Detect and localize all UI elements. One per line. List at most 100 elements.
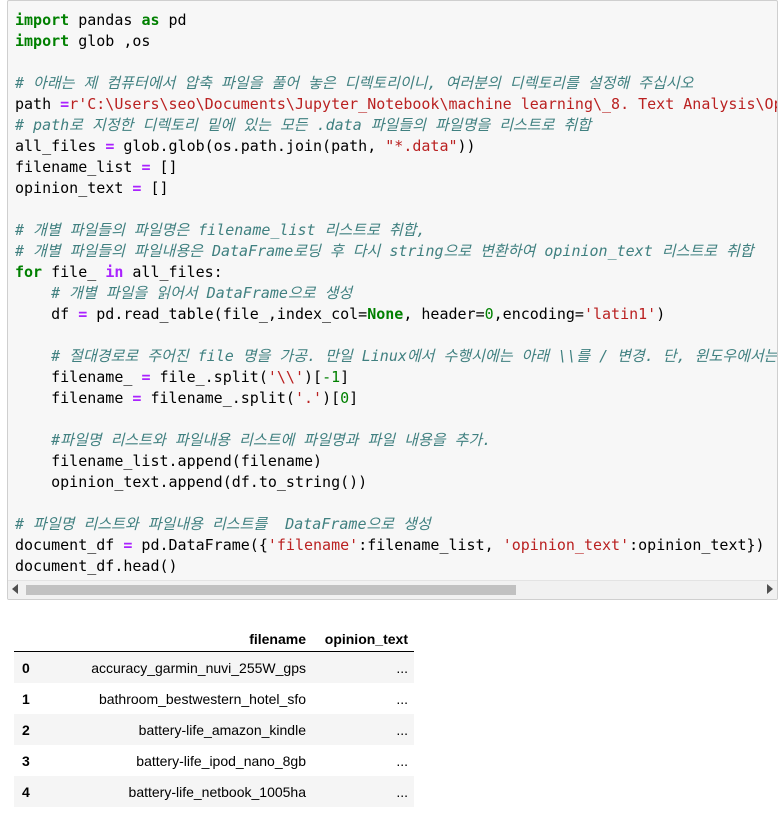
keyword: import <box>15 32 70 50</box>
number-literal: -1 <box>322 368 341 386</box>
code-text: pandas <box>69 11 142 29</box>
code-editor[interactable]: import pandas as pd import glob ,os # 아래… <box>15 10 777 580</box>
code-text: ) <box>656 305 666 323</box>
cell-opinion-text: ... <box>396 783 408 800</box>
table-header-row: filename opinion_text <box>14 626 414 652</box>
scroll-left-arrow-icon[interactable] <box>12 584 18 594</box>
code-comment: # 개별 파일을 읽어서 DataFrame으로 생성 <box>15 284 353 302</box>
code-line: for file_ in all_files: <box>15 262 777 283</box>
index-header <box>14 626 38 652</box>
operator: = <box>60 95 70 113</box>
cell-filename: accuracy_garmin_nuvi_255W_gps <box>91 659 306 676</box>
code-line: df = pd.read_table(file_,index_col=None,… <box>15 304 777 325</box>
code-comment: # 절대경로로 주어진 file 명을 가공. 만일 Linux에서 수행시에는… <box>15 347 777 365</box>
code-text: :opinion_text}) <box>629 536 765 554</box>
code-text: filename_ <box>15 368 142 386</box>
code-text: opinion_text <box>15 179 133 197</box>
code-text: :filename_list, <box>358 536 503 554</box>
code-text: [] <box>150 158 178 176</box>
code-text: glob.glob(os.path.join(path, <box>114 137 386 155</box>
code-line: filename_list.append(filename) <box>15 452 323 470</box>
string-literal: '.' <box>294 389 323 407</box>
code-text: all_files <box>15 137 106 155</box>
code-line: opinion_text.append(df.to_string()) <box>15 473 368 491</box>
code-text: filename <box>15 389 133 407</box>
code-comment: # 개별 파일들의 파일명은 filename_list 리스트로 취합, <box>15 221 426 239</box>
code-text: all_files: <box>123 263 223 281</box>
cell-opinion-text: ... <box>396 721 408 738</box>
dataframe-output-table: filename opinion_text 0 accuracy_garmin_… <box>14 626 414 807</box>
code-text: document_df <box>15 536 124 554</box>
code-comment: # 개별 파일들의 파일내용은 DataFrame로딩 후 다시 string으… <box>15 242 754 260</box>
string-literal: 'latin1' <box>583 305 657 323</box>
row-index: 3 <box>22 752 30 769</box>
code-line: all_files = glob.glob(os.path.join(path,… <box>15 136 777 157</box>
string-literal: 'opinion_text' <box>502 536 630 554</box>
code-line: filename = filename_.split('.')[0] <box>15 388 777 409</box>
code-text: pd.read_table(file_,index_col= <box>87 305 368 323</box>
cell-filename: bathroom_bestwestern_hotel_sfo <box>98 690 306 707</box>
code-text: )[ <box>304 368 323 386</box>
row-index: 1 <box>22 690 30 707</box>
code-text: ] <box>349 389 359 407</box>
table-row: 4 battery-life_netbook_1005ha ... <box>14 776 414 807</box>
code-line: path =r'C:\Users\seo\Documents\Jupyter_N… <box>15 94 777 115</box>
code-text: pd.DataFrame({ <box>132 536 268 554</box>
code-line: document_df.head() <box>15 557 178 575</box>
row-index: 0 <box>22 659 30 676</box>
keyword: import <box>15 11 70 29</box>
table-row: 1 bathroom_bestwestern_hotel_sfo ... <box>14 683 414 714</box>
code-line: import glob ,os <box>15 31 777 52</box>
string-literal: 'filename' <box>267 536 359 554</box>
cell-filename: battery-life_ipod_nano_8gb <box>136 752 306 769</box>
code-line: document_df = pd.DataFrame({'filename':f… <box>15 535 777 556</box>
keyword: for <box>15 263 43 281</box>
column-header-opinion-text: opinion_text <box>312 626 414 652</box>
code-text: [] <box>141 179 169 197</box>
table-row: 3 battery-life_ipod_nano_8gb ... <box>14 745 414 776</box>
scrollbar-thumb[interactable] <box>26 585 516 595</box>
row-index: 4 <box>22 783 30 800</box>
code-comment: # 파일명 리스트와 파일내용 리스트를 DataFrame으로 생성 <box>15 515 431 533</box>
string-literal: '\\' <box>267 368 304 386</box>
code-cell[interactable]: import pandas as pd import glob ,os # 아래… <box>7 0 778 600</box>
operator: = <box>105 137 115 155</box>
keyword: as <box>141 11 160 29</box>
number-literal: 0 <box>484 305 494 323</box>
code-text: df <box>15 305 79 323</box>
code-text: file_ <box>42 263 106 281</box>
code-comment: # path로 지정한 디렉토리 밑에 있는 모든 .data 파일들의 파일명… <box>15 116 592 134</box>
operator: in <box>105 263 124 281</box>
code-line: opinion_text = [] <box>15 178 777 199</box>
code-text: ,encoding= <box>493 305 584 323</box>
code-comment: #파일명 리스트와 파일내용 리스트에 파일명과 파일 내용을 추가. <box>15 431 492 449</box>
code-text: ] <box>340 368 350 386</box>
row-index: 2 <box>22 721 30 738</box>
cell-filename: battery-life_amazon_kindle <box>138 721 306 738</box>
string-literal: r'C:\Users\seo\Documents\Jupyter_Noteboo… <box>69 95 777 113</box>
scroll-right-arrow-icon[interactable] <box>767 584 773 594</box>
horizontal-scrollbar[interactable] <box>8 580 777 599</box>
code-text: filename_.split( <box>141 389 295 407</box>
code-line: filename_list = [] <box>15 157 777 178</box>
code-text: )) <box>457 137 476 155</box>
cell-opinion-text: ... <box>396 752 408 769</box>
code-text: pd <box>159 11 187 29</box>
code-text: filename_list <box>15 158 142 176</box>
code-line: filename_ = file_.split('\\')[-1] <box>15 367 777 388</box>
code-comment: # 아래는 제 컴퓨터에서 압축 파일을 풀어 놓은 디렉토리이니, 여러분의 … <box>15 74 694 92</box>
code-text: glob ,os <box>69 32 151 50</box>
cell-opinion-text: ... <box>396 690 408 707</box>
column-header-filename: filename <box>38 626 312 652</box>
string-literal: "*.data" <box>385 137 458 155</box>
code-line: import pandas as pd <box>15 10 777 31</box>
code-text: , header= <box>403 305 485 323</box>
cell-opinion-text: ... <box>396 659 408 676</box>
code-text: file_.split( <box>150 368 268 386</box>
code-text: )[ <box>322 389 341 407</box>
